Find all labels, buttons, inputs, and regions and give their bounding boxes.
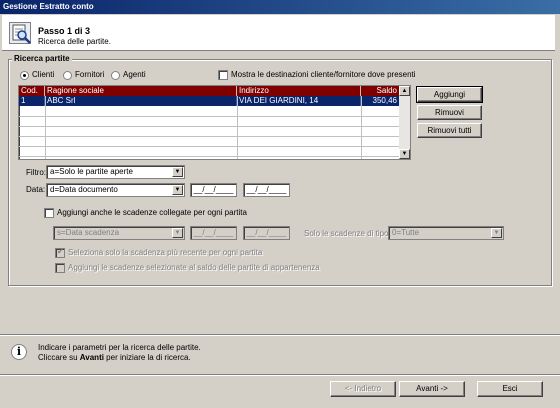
table-scrollbar[interactable]: ▲ ▼ <box>399 86 410 159</box>
date-label: Data: <box>26 185 46 194</box>
next-button[interactable]: Avanti -> <box>399 381 465 397</box>
show-destinations-checkbox[interactable] <box>218 70 228 80</box>
cell-cod: 1 <box>19 96 45 106</box>
date-to-field[interactable]: __/__/____ <box>243 183 290 197</box>
cell-ragione: ABC Srl <box>45 96 237 106</box>
info-line-2-suffix: per iniziare la di ricerca. <box>103 353 191 362</box>
window-title: Gestione Estratto conto <box>0 0 560 14</box>
row-divider <box>19 146 399 147</box>
date-type-value: d=Data documento <box>50 185 118 194</box>
radio-agenti[interactable] <box>111 71 120 80</box>
radio-fornitori[interactable] <box>63 71 72 80</box>
chevron-down-icon[interactable]: ▼ <box>491 228 502 238</box>
scroll-up-icon[interactable]: ▲ <box>399 86 410 96</box>
include-due-dates-checkbox[interactable] <box>44 208 54 218</box>
row-divider <box>19 116 399 117</box>
add-to-balance-label: Aggiungi le scadenze selezionate al sald… <box>68 263 320 272</box>
chevron-down-icon[interactable]: ▼ <box>172 228 183 238</box>
due-type-value: 0=Tutte <box>392 228 420 237</box>
date-from-field[interactable]: __/__/____ <box>190 183 237 197</box>
column-divider <box>45 96 46 159</box>
date-type-select[interactable]: d=Data documento ▼ <box>46 183 185 197</box>
column-header-indirizzo[interactable]: Indirizzo <box>237 86 361 96</box>
info-icon: i <box>11 344 27 360</box>
cell-indirizzo: VIA DEI GIARDINI, 14 <box>237 96 361 106</box>
chevron-down-icon[interactable]: ▼ <box>172 167 183 177</box>
radio-agenti-label: Agenti <box>123 70 146 79</box>
table-row[interactable]: 1 ABC Srl VIA DEI GIARDINI, 14 350,46 <box>19 96 399 106</box>
scroll-down-icon[interactable]: ▼ <box>399 149 410 159</box>
button-bar-divider <box>0 374 560 376</box>
add-to-balance-checkbox[interactable] <box>55 263 65 273</box>
chevron-down-icon[interactable]: ▼ <box>172 185 183 195</box>
info-line-2-bold: Avanti <box>79 353 104 362</box>
radio-clienti[interactable] <box>20 71 29 80</box>
table-header: Cod. Ragione sociale Indirizzo Saldo <box>19 86 399 96</box>
column-header-cod[interactable]: Cod. <box>19 86 45 96</box>
column-header-ragione[interactable]: Ragione sociale <box>45 86 237 96</box>
column-header-saldo[interactable]: Saldo <box>361 86 399 96</box>
info-line-1: Indicare i parametri per la ricerca dell… <box>38 343 201 352</box>
group-title: Ricerca partite <box>12 54 72 63</box>
cell-saldo: 350,46 <box>372 96 397 105</box>
due-date-from-field[interactable]: __/__/____ <box>190 226 237 240</box>
due-date-type-select[interactable]: s=Data scadenza ▼ <box>53 226 185 240</box>
due-type-label: Solo le scadenze di tipo: <box>304 229 391 238</box>
remove-all-button[interactable]: Rimuovi tutti <box>417 123 482 138</box>
remove-button[interactable]: Rimuovi <box>417 105 482 120</box>
radio-clienti-label: Clienti <box>32 70 55 79</box>
row-divider <box>19 126 399 127</box>
info-line-2: Cliccare su Avanti per iniziare la di ri… <box>38 353 191 362</box>
back-button[interactable]: <- Indietro <box>330 381 396 397</box>
due-date-to-field[interactable]: __/__/____ <box>243 226 290 240</box>
due-date-type-value: s=Data scadenza <box>57 228 120 237</box>
include-due-dates-label: Aggiungi anche le scadenze collegate per… <box>57 208 247 217</box>
column-divider <box>237 96 238 159</box>
filter-select[interactable]: a=Solo le partite aperte ▼ <box>46 165 185 179</box>
footer-divider <box>0 334 560 336</box>
step-subtitle: Ricerca delle partite. <box>38 37 111 46</box>
show-destinations-label: Mostra le destinazioni cliente/fornitore… <box>231 70 416 79</box>
most-recent-label: Seleziona solo la scadenza più recente p… <box>68 248 263 257</box>
most-recent-checkbox[interactable] <box>55 247 65 258</box>
filter-select-value: a=Solo le partite aperte <box>50 167 133 176</box>
filter-label: Filtro: <box>26 168 46 177</box>
search-document-icon <box>9 22 31 44</box>
due-type-select[interactable]: 0=Tutte ▼ <box>388 226 504 240</box>
column-divider <box>361 96 362 159</box>
exit-button[interactable]: Esci <box>477 381 543 397</box>
add-button[interactable]: Aggiungi <box>416 86 483 103</box>
radio-fornitori-label: Fornitori <box>75 70 105 79</box>
info-line-2-prefix: Cliccare su <box>38 353 80 362</box>
step-title: Passo 1 di 3 <box>38 26 91 36</box>
row-divider <box>19 136 399 137</box>
row-divider <box>19 156 399 157</box>
